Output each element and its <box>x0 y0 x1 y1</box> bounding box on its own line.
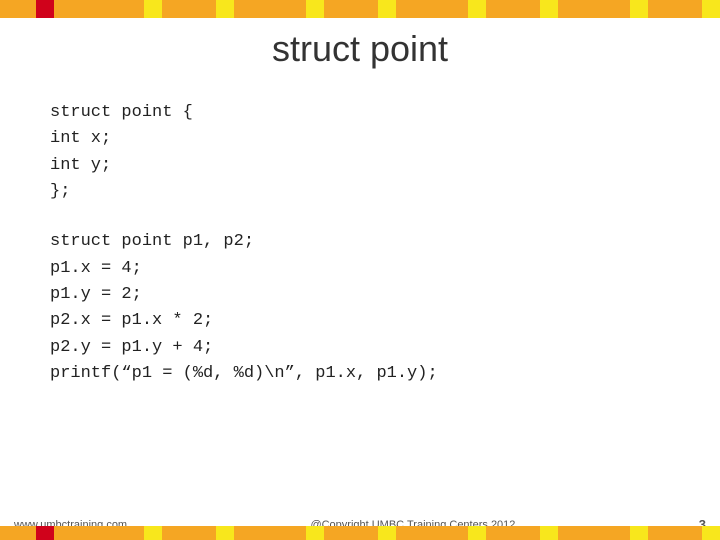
code-line: int x; <box>50 126 670 152</box>
code-block-2: struct point p1, p2;p1.x = 4;p1.y = 2;p2… <box>50 229 670 387</box>
code-line: p2.x = p1.x * 2; <box>50 308 670 334</box>
code-line: p2.y = p1.y + 4; <box>50 335 670 361</box>
code-line: }; <box>50 179 670 205</box>
code-line: printf(“p1 = (%d, %d)\n”, p1.x, p1.y); <box>50 361 670 387</box>
code-line: p1.x = 4; <box>50 256 670 282</box>
code-line: p1.y = 2; <box>50 282 670 308</box>
code-line: int y; <box>50 153 670 179</box>
code-line: struct point { <box>50 100 670 126</box>
code-block-1: struct point { int x; int y;}; <box>50 100 670 205</box>
bottom-decorative-bar <box>0 526 720 540</box>
code-area: struct point { int x; int y;}; struct po… <box>50 100 670 387</box>
code-line: struct point p1, p2; <box>50 229 670 255</box>
slide-title: struct point <box>0 28 720 70</box>
top-decorative-bar <box>0 0 720 18</box>
